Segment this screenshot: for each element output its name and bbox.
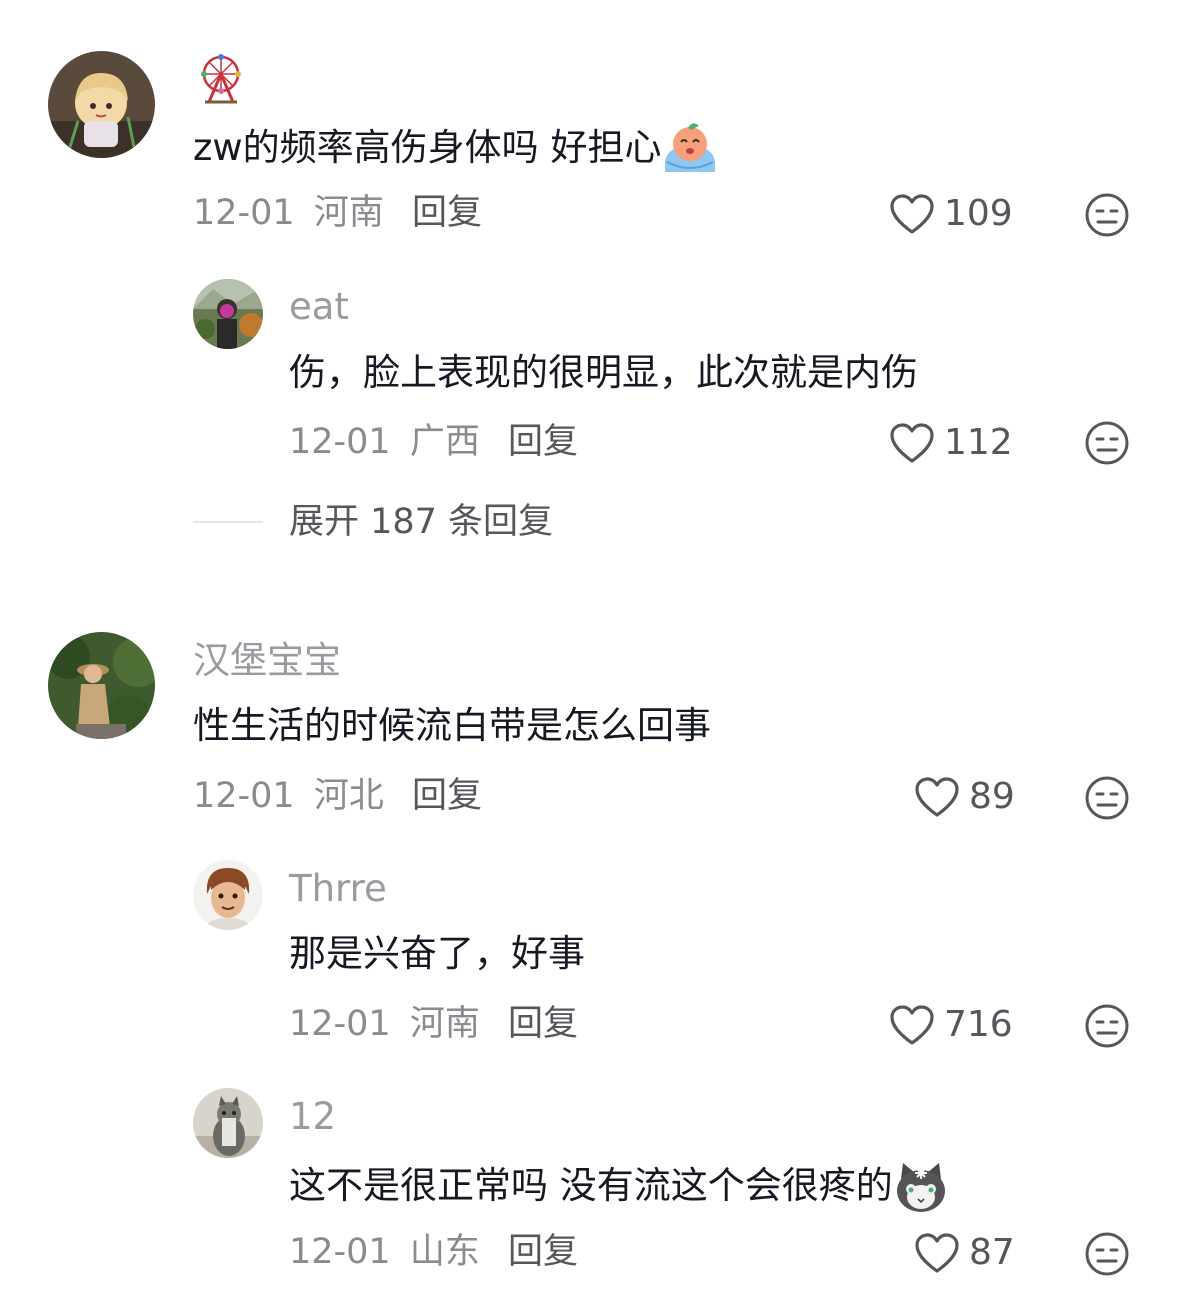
reply-button[interactable]: 回复 xyxy=(412,191,482,235)
meh-face-icon xyxy=(1085,1232,1129,1276)
heart-icon xyxy=(890,423,934,463)
heart-icon xyxy=(890,1005,934,1045)
comment-location: 河南 xyxy=(409,1004,480,1044)
comment-location: 山东 xyxy=(409,1232,480,1272)
anime-girl-avatar-icon xyxy=(48,51,155,158)
comment-text: 那是兴奋了，好事 xyxy=(289,932,585,975)
ferris-wheel-icon xyxy=(195,52,247,104)
meh-face-icon xyxy=(1085,1004,1129,1048)
avatar[interactable] xyxy=(193,279,263,349)
meh-face-icon xyxy=(1085,776,1129,820)
username[interactable]: 汉堡宝宝 xyxy=(193,639,341,683)
reply-button[interactable]: 回复 xyxy=(508,420,578,464)
cartoon-boy-avatar-icon xyxy=(193,860,263,930)
reply-button[interactable]: 回复 xyxy=(508,1002,578,1046)
like-count: 716 xyxy=(944,1004,1013,1045)
comment-text: 性生活的时候流白带是怎么回事 xyxy=(193,704,711,747)
avatar[interactable] xyxy=(193,860,263,930)
dislike-button[interactable] xyxy=(1084,192,1130,238)
reply-button[interactable]: 回复 xyxy=(412,774,482,818)
comment-text: 伤，脸上表现的很明显，此次就是内伤 xyxy=(289,351,918,394)
meh-face-icon xyxy=(1085,421,1129,465)
comment-date: 12-01 xyxy=(289,1232,391,1272)
avatar[interactable] xyxy=(48,51,155,158)
heart-icon xyxy=(915,777,959,817)
like-button[interactable]: 89 xyxy=(913,775,1015,819)
comment-text: zw的频率高伤身体吗 好担心 xyxy=(193,122,719,177)
comment-text-content: 这不是很正常吗 没有流这个会很疼的 xyxy=(289,1164,893,1207)
cat-photo-avatar-icon xyxy=(193,1088,263,1158)
like-button[interactable]: 112 xyxy=(888,421,1013,465)
username[interactable]: eat xyxy=(289,285,349,329)
crying-emoji-icon xyxy=(661,122,719,177)
comment-meta: 12-01 河北 xyxy=(193,774,384,818)
avatar[interactable] xyxy=(193,1088,263,1158)
username[interactable]: Thrre xyxy=(289,867,387,911)
heart-icon xyxy=(915,1233,959,1273)
avatar[interactable] xyxy=(48,632,155,739)
like-button[interactable]: 716 xyxy=(888,1003,1013,1047)
meh-face-icon xyxy=(1085,193,1129,237)
reply-button[interactable]: 回复 xyxy=(508,1230,578,1274)
dislike-button[interactable] xyxy=(1084,1231,1130,1277)
like-count: 89 xyxy=(969,776,1015,817)
woman-photo-avatar-icon xyxy=(48,632,155,739)
username[interactable]: 12 xyxy=(289,1095,336,1139)
comment-meta: 12-01 河南 xyxy=(193,191,384,235)
comment-text-content: zw的频率高伤身体吗 好担心 xyxy=(193,126,662,169)
like-count: 112 xyxy=(944,422,1013,463)
like-count: 87 xyxy=(969,1232,1015,1273)
comment-meta: 12-01 广西 xyxy=(289,420,480,464)
expand-replies-button[interactable]: 展开 187 条回复 xyxy=(289,500,553,544)
person-photo-avatar-icon xyxy=(193,279,263,349)
comment-date: 12-01 xyxy=(289,422,391,462)
heart-icon xyxy=(890,194,934,234)
like-button[interactable]: 109 xyxy=(888,192,1013,236)
comment-location: 河北 xyxy=(313,776,384,816)
dislike-button[interactable] xyxy=(1084,1003,1130,1049)
comment-location: 广西 xyxy=(409,422,480,462)
cat-emoji-icon xyxy=(893,1159,949,1216)
comment-location: 河南 xyxy=(313,193,384,233)
expand-divider xyxy=(193,521,263,523)
comment-meta: 12-01 山东 xyxy=(289,1230,480,1274)
dislike-button[interactable] xyxy=(1084,775,1130,821)
like-count: 109 xyxy=(944,193,1013,234)
like-button[interactable]: 87 xyxy=(913,1231,1015,1275)
comment-meta: 12-01 河南 xyxy=(289,1002,480,1046)
comment-date: 12-01 xyxy=(193,776,295,816)
dislike-button[interactable] xyxy=(1084,420,1130,466)
comment-date: 12-01 xyxy=(289,1004,391,1044)
comment-date: 12-01 xyxy=(193,193,295,233)
comment-text: 这不是很正常吗 没有流这个会很疼的 xyxy=(289,1159,949,1216)
